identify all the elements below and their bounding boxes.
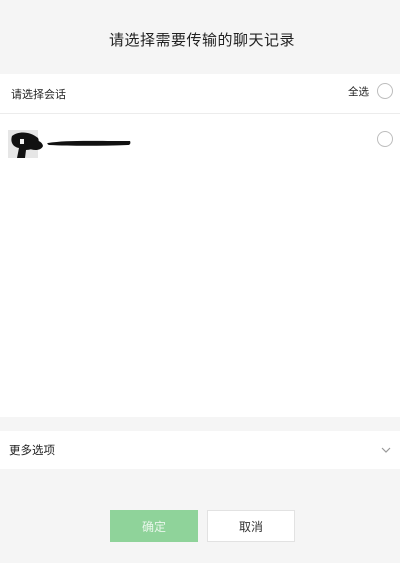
confirm-button[interactable]: 确定 <box>110 510 198 542</box>
select-all-label: 全选 <box>348 85 369 98</box>
select-all-radio[interactable] <box>377 83 393 99</box>
conversation-list <box>0 114 400 417</box>
avatar <box>8 130 43 158</box>
more-options-label: 更多选项 <box>9 443 55 457</box>
conversation-select-radio[interactable] <box>377 131 393 147</box>
chevron-down-icon <box>381 447 391 453</box>
page-title: 请选择需要传输的聊天记录 <box>108 30 295 49</box>
conversation-select-header: 请选择会话 全选 <box>0 74 400 114</box>
more-options-toggle[interactable]: 更多选项 <box>0 431 400 469</box>
cancel-button[interactable]: 取消 <box>207 510 295 542</box>
conversation-name-redacted <box>47 140 131 146</box>
select-all-toggle[interactable]: 全选 <box>348 83 393 99</box>
select-conversation-label: 请选择会话 <box>11 88 66 101</box>
list-item[interactable] <box>0 114 400 168</box>
title-bar: 请选择需要传输的聊天记录 <box>0 0 400 74</box>
